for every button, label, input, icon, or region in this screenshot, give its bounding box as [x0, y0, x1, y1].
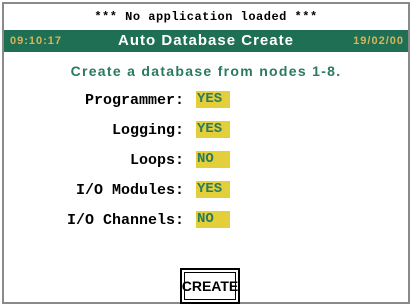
- status-line: *** No application loaded ***: [94, 10, 318, 24]
- option-label: Loops:: [129, 152, 184, 169]
- create-button[interactable]: CREATE: [180, 268, 240, 304]
- programmer-toggle[interactable]: YES: [196, 91, 230, 108]
- loops-toggle[interactable]: NO: [196, 151, 230, 168]
- option-row-programmer: Programmer: YES: [4, 91, 408, 109]
- io-channels-toggle[interactable]: NO: [196, 211, 230, 228]
- header-date: 19/02/00: [353, 35, 404, 47]
- page-subtitle: Create a database from nodes 1-8.: [70, 63, 342, 79]
- title-bar: 09:10:17 Auto Database Create 19/02/00: [4, 30, 408, 52]
- option-label: Logging:: [111, 122, 184, 139]
- screen-frame: *** No application loaded *** 09:10:17 A…: [2, 2, 410, 304]
- option-label: I/O Channels:: [66, 212, 184, 229]
- option-row-loops: Loops: NO: [4, 151, 408, 169]
- option-label: I/O Modules:: [75, 182, 184, 199]
- page-title: Auto Database Create: [118, 32, 294, 49]
- option-row-io-modules: I/O Modules: YES: [4, 181, 408, 199]
- create-button-label: CREATE: [182, 272, 238, 300]
- option-row-logging: Logging: YES: [4, 121, 408, 139]
- logging-toggle[interactable]: YES: [196, 121, 230, 138]
- option-label: Programmer:: [84, 92, 184, 109]
- io-modules-toggle[interactable]: YES: [196, 181, 230, 198]
- option-row-io-channels: I/O Channels: NO: [4, 211, 408, 229]
